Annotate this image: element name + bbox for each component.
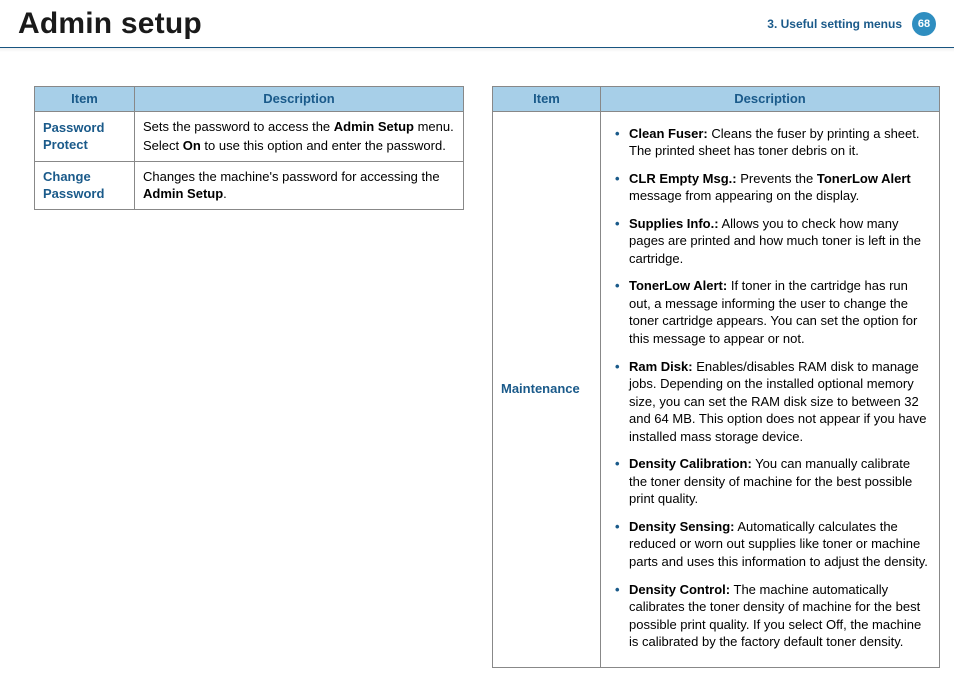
list-item: Supplies Info.: Allows you to check how … — [615, 215, 931, 268]
password-table: Item Description Password Protect Sets t… — [34, 86, 464, 210]
page-title: Admin setup — [18, 7, 202, 41]
th-desc: Description — [135, 87, 464, 112]
page-header: Admin setup 3. Useful setting menus 68 — [0, 0, 954, 48]
table-row: Password Protect Sets the password to ac… — [35, 111, 464, 161]
row-item: Password Protect — [35, 111, 135, 161]
row-desc: Clean Fuser: Cleans the fuser by printin… — [601, 111, 940, 667]
row-item: Maintenance — [493, 111, 601, 667]
list-item: CLR Empty Msg.: Prevents the TonerLow Al… — [615, 170, 931, 205]
maintenance-table: Item Description Maintenance Clean Fuser… — [492, 86, 940, 668]
th-desc: Description — [601, 87, 940, 112]
list-item: Density Sensing: Automatically calculate… — [615, 518, 931, 571]
content-area: Item Description Password Protect Sets t… — [0, 48, 954, 668]
list-item: Ram Disk: Enables/disables RAM disk to m… — [615, 358, 931, 446]
chapter-label: 3. Useful setting menus — [767, 17, 902, 31]
list-item: Density Control: The machine automatical… — [615, 581, 931, 651]
list-item: Density Calibration: You can manually ca… — [615, 455, 931, 508]
row-desc: Changes the machine's password for acces… — [135, 161, 464, 209]
row-item: Change Password — [35, 161, 135, 209]
table-row: Change Password Changes the machine's pa… — [35, 161, 464, 209]
list-item: Clean Fuser: Cleans the fuser by printin… — [615, 125, 931, 160]
row-desc: Sets the password to access the Admin Se… — [135, 111, 464, 161]
maintenance-list: Clean Fuser: Cleans the fuser by printin… — [609, 116, 931, 663]
table-row: Maintenance Clean Fuser: Cleans the fuse… — [493, 111, 940, 667]
right-column: Item Description Maintenance Clean Fuser… — [492, 86, 940, 668]
th-item: Item — [35, 87, 135, 112]
th-item: Item — [493, 87, 601, 112]
left-column: Item Description Password Protect Sets t… — [34, 86, 464, 668]
list-item: TonerLow Alert: If toner in the cartridg… — [615, 277, 931, 347]
page-number-badge: 68 — [912, 12, 936, 36]
header-meta: 3. Useful setting menus 68 — [767, 12, 936, 36]
